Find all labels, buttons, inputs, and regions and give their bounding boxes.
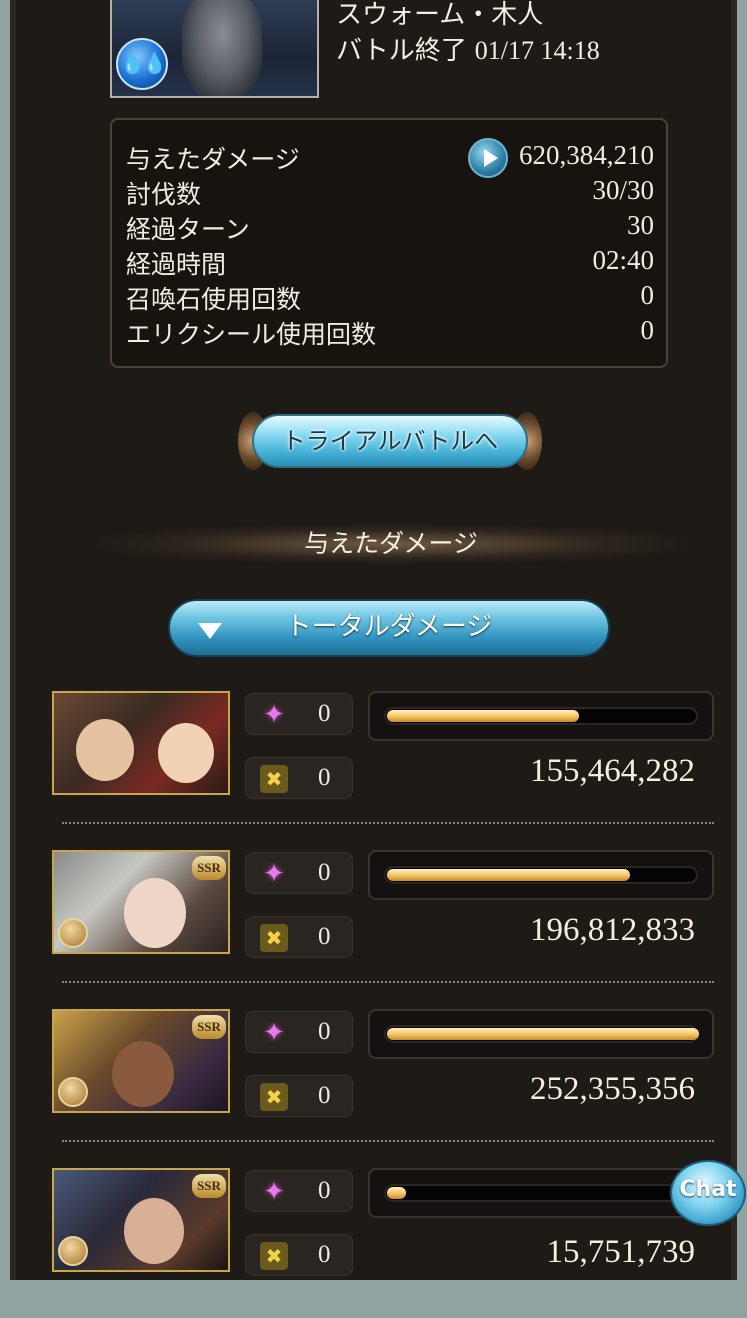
quest-name: スウォーム・木人 [336,0,544,30]
element-icon [58,1236,88,1266]
enemy-figure [182,0,262,96]
sparkle-icon: ✦ [263,859,285,889]
damage-bar-track [384,866,698,884]
damage-bar-fill [387,710,579,722]
stat-value: 0 [640,315,655,345]
character-row: ✦ 0 ✖ 0 155,464,282 [16,691,743,841]
chain-count-pill: ✖ 0 [245,757,353,799]
damage-bar-fill [387,1187,406,1199]
character-damage: 252,355,356 [530,1071,695,1107]
character-portrait[interactable] [52,691,230,795]
damage-bar-fill [387,1028,699,1040]
result-panel: 💧💧 スウォーム・木人 バトル終了 01/17 14:18 与えたダメージ 620… [10,0,737,1280]
stat-label: 討伐数 [126,180,202,209]
stat-value: 0 [640,280,655,310]
stat-label: 経過ターン [126,215,250,244]
chain-count-pill: ✖ 0 [245,1234,353,1276]
sparkle-icon: ✦ [263,1018,285,1048]
water-icon: 💧💧 [116,38,168,90]
ability-count: 0 [318,859,331,886]
ability-count-pill: ✦ 0 [245,1011,353,1053]
stat-row-time: 経過時間 02:40 [126,245,654,279]
chain-burst-icon: ✖ [260,924,288,952]
stat-row-turns: 経過ターン 30 [126,210,654,244]
stat-value: 30/30 [592,175,654,205]
character-damage: 196,812,833 [530,912,695,948]
ability-count: 0 [318,1018,331,1045]
chain-count: 0 [318,923,331,950]
chat-button[interactable]: Chat [670,1160,746,1226]
ability-count: 0 [318,1177,331,1204]
trial-battle-label: トライアルバトルへ [252,414,528,468]
character-portrait[interactable]: SSR [52,850,230,954]
battle-stats-box: 与えたダメージ 620,384,210 討伐数 30/30 経過ターン 30 経… [110,118,668,368]
quest-banner: 💧💧 [110,0,319,98]
ssr-badge: SSR [192,856,226,880]
ssr-badge: SSR [192,1015,226,1039]
stat-row-summons: 召喚石使用回数 0 [126,280,654,314]
character-face [76,719,134,781]
damage-bar-fill [387,869,630,881]
battle-end-line: バトル終了 01/17 14:18 [336,30,600,67]
stat-value: 30 [627,210,654,240]
chain-count: 0 [318,1241,331,1268]
sparkle-icon: ✦ [263,700,285,730]
character-face [124,1198,184,1264]
damage-bar [368,1168,714,1218]
stat-row-elixirs: エリクシール使用回数 0 [126,315,654,349]
character-portrait[interactable]: SSR [52,1009,230,1113]
chain-count-pill: ✖ 0 [245,1075,353,1117]
divider [62,1140,714,1142]
character-face [124,878,186,948]
character-row: SSR ✦ 0 ✖ 0 196,812,833 [16,850,743,1000]
damage-bar [368,1009,714,1059]
damage-section-title: 与えたダメージ [96,524,686,564]
damage-bar-track [384,1025,699,1043]
stat-label: 召喚石使用回数 [126,285,302,314]
damage-bar [368,691,714,741]
stat-row-kills: 討伐数 30/30 [126,175,654,209]
total-damage-label: トータルダメージ [285,612,493,642]
character-portrait[interactable]: SSR [52,1168,230,1272]
damage-bar-track [384,707,698,725]
ssr-badge: SSR [192,1174,226,1198]
ability-count-pill: ✦ 0 [245,852,353,894]
ability-count-pill: ✦ 0 [245,693,353,735]
chain-count-pill: ✖ 0 [245,916,353,958]
character-damage: 15,751,739 [546,1234,696,1270]
chain-burst-icon: ✖ [260,765,288,793]
stat-value: 02:40 [592,245,654,275]
play-icon[interactable] [468,138,508,178]
chain-count: 0 [318,764,331,791]
stat-row-damage: 与えたダメージ 620,384,210 [126,138,654,178]
stat-label: エリクシール使用回数 [126,320,377,349]
character-face [112,1041,174,1107]
ability-count-pill: ✦ 0 [245,1170,353,1212]
damage-bar-track [384,1184,698,1202]
battle-end-label: バトル終了 [336,36,467,66]
trial-battle-button[interactable]: トライアルバトルへ [238,408,542,474]
stat-label: 経過時間 [126,250,227,279]
divider [62,981,714,983]
element-icon [58,1077,88,1107]
damage-bar [368,850,714,900]
chain-burst-icon: ✖ [260,1083,288,1111]
stat-label: 与えたダメージ [126,145,300,174]
character-damage: 155,464,282 [530,753,695,789]
element-icon [58,918,88,948]
total-damage-dropdown[interactable]: トータルダメージ [168,599,610,657]
chain-count: 0 [318,1082,331,1109]
character-row: SSR ✦ 0 ✖ 0 252,355,356 [16,1009,743,1159]
battle-timestamp: 01/17 14:18 [474,36,600,65]
divider [62,822,714,824]
ability-count: 0 [318,700,331,727]
character-row: SSR ✦ 0 ✖ 0 15,751,739 [16,1168,743,1318]
character-face [158,723,214,783]
sparkle-icon: ✦ [263,1177,285,1207]
chain-burst-icon: ✖ [260,1242,288,1270]
stat-value: 620,384,210 [519,140,654,170]
